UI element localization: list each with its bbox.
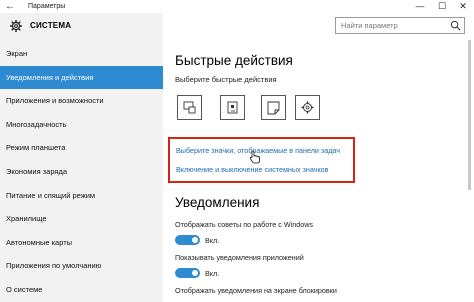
quick-action-tile-note[interactable] [261,95,286,120]
sidebar-item[interactable]: Экономия заряда [0,160,163,184]
back-arrow-icon[interactable]: ← [5,1,15,12]
sidebar-item[interactable]: Приложения и возможности [0,89,163,113]
sidebar-header-label: СИСТЕМА [30,21,72,30]
sidebar-item[interactable]: Режим планшета [0,136,163,160]
minimize-button[interactable]: — [409,0,431,13]
notifications-heading: Уведомления [175,195,260,210]
toggle-switch-tips[interactable] [175,235,200,245]
toggle-knob [192,237,198,243]
sidebar-item[interactable]: Автономные карты [0,231,163,255]
sidebar-item[interactable]: Хранилище [0,207,163,231]
setting-label: Отображать уведомления на экране блокиро… [175,286,337,295]
sidebar-list: Экран Уведомления и действия Приложения и … [0,42,163,302]
setting-label: Отображать советы по работе с Windows [175,220,314,229]
sidebar-header[interactable]: СИСТЕМА [0,18,163,34]
gear-icon [10,20,22,32]
maximize-button[interactable]: ☐ [431,0,453,13]
tablet-mode-icon [183,101,196,114]
main-content: Быстрые действия Выберите быстрые действ… [163,13,474,302]
quick-actions-subheading: Выберите быстрые действия [175,75,277,84]
sidebar-item[interactable]: О системе [0,278,163,302]
setting-label: Показывать уведомления приложений [175,253,304,262]
sidebar-item[interactable]: Уведомления и действия [0,65,163,90]
window-title: Параметры [28,3,66,10]
sidebar-item[interactable]: Приложения по умолчанию [0,254,163,278]
quick-action-tile-settings[interactable] [295,95,320,120]
sidebar: СИСТЕМА Экран Уведомления и действия Прило… [0,13,163,302]
scrollbar[interactable] [468,40,471,190]
quick-actions-heading: Быстрые действия [175,53,293,68]
sidebar-item[interactable]: Экран [0,42,163,66]
sidebar-item[interactable]: Питание и спящий режим [0,184,163,208]
toggle-state-text: Вкл. [205,236,220,245]
note-icon [267,101,280,115]
close-button[interactable]: ✕ [452,0,474,13]
toggle-switch-app-notifications[interactable] [175,268,200,278]
system-icons-toggle-link[interactable]: Включение и выключение системных значков [176,165,329,174]
connect-icon [227,101,238,114]
sidebar-item[interactable]: Многозадачность [0,113,163,137]
quick-action-tile-tablet-mode[interactable] [177,95,202,120]
quick-action-tile-connect[interactable] [220,95,245,120]
title-bar: ← Параметры — ☐ ✕ [0,0,474,13]
toggle-knob [192,270,198,276]
highlight-box [168,137,355,183]
toggle-state-text: Вкл. [205,269,220,278]
settings-icon [301,101,314,114]
hand-cursor-icon [249,150,260,164]
